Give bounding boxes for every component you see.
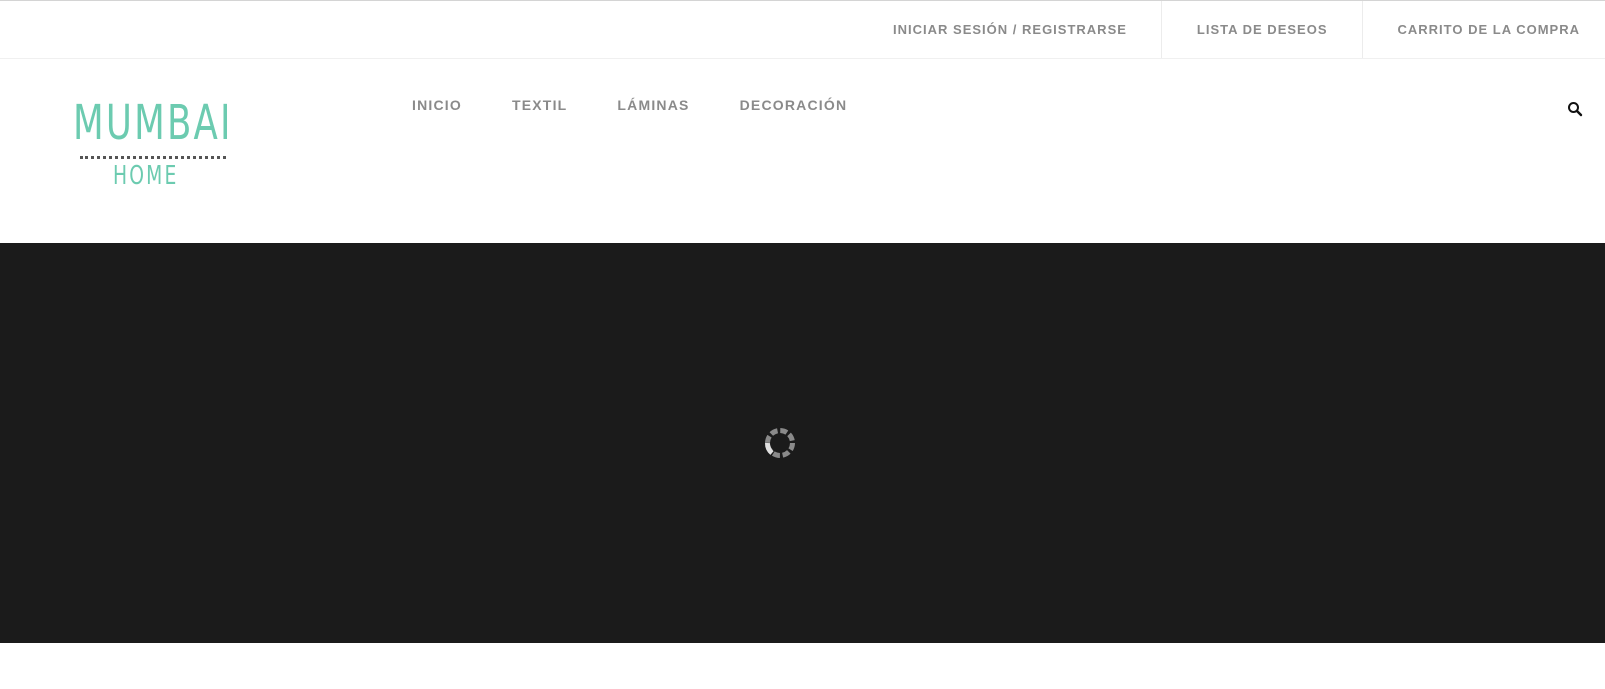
page: INICIAR SESIÓN / REGISTRARSE LISTA DE DE… [0, 0, 1605, 689]
shopping-cart-link[interactable]: CARRITO DE LA COMPRA [1361, 1, 1605, 58]
main-navigation: INICIO TEXTIL LÁMINAS DECORACIÓN [412, 97, 897, 113]
site-header: MUMBAI HOME INICIO TEXTIL LÁMINAS DECORA… [0, 59, 1605, 243]
account-links: INICIAR SESIÓN / REGISTRARSE LISTA DE DE… [858, 1, 1605, 58]
hero-slider [0, 243, 1605, 643]
login-register-link[interactable]: INICIAR SESIÓN / REGISTRARSE [858, 1, 1161, 58]
nav-item-decoracion[interactable]: DECORACIÓN [740, 97, 848, 113]
site-logo[interactable]: MUMBAI HOME [70, 97, 240, 193]
nav-item-textil[interactable]: TEXTIL [512, 97, 567, 113]
wishlist-link[interactable]: LISTA DE DESEOS [1160, 1, 1362, 58]
search-button[interactable] [1567, 101, 1583, 117]
loading-spinner-icon [765, 428, 795, 458]
logo-subtitle: HOME [113, 161, 179, 191]
search-icon [1568, 102, 1583, 117]
logo-wordmark: MUMBAI [73, 95, 233, 151]
nav-item-laminas[interactable]: LÁMINAS [617, 97, 689, 113]
nav-item-inicio[interactable]: INICIO [412, 97, 462, 113]
logo-dotted-divider [80, 156, 226, 159]
top-utility-bar: INICIAR SESIÓN / REGISTRARSE LISTA DE DE… [0, 1, 1605, 59]
